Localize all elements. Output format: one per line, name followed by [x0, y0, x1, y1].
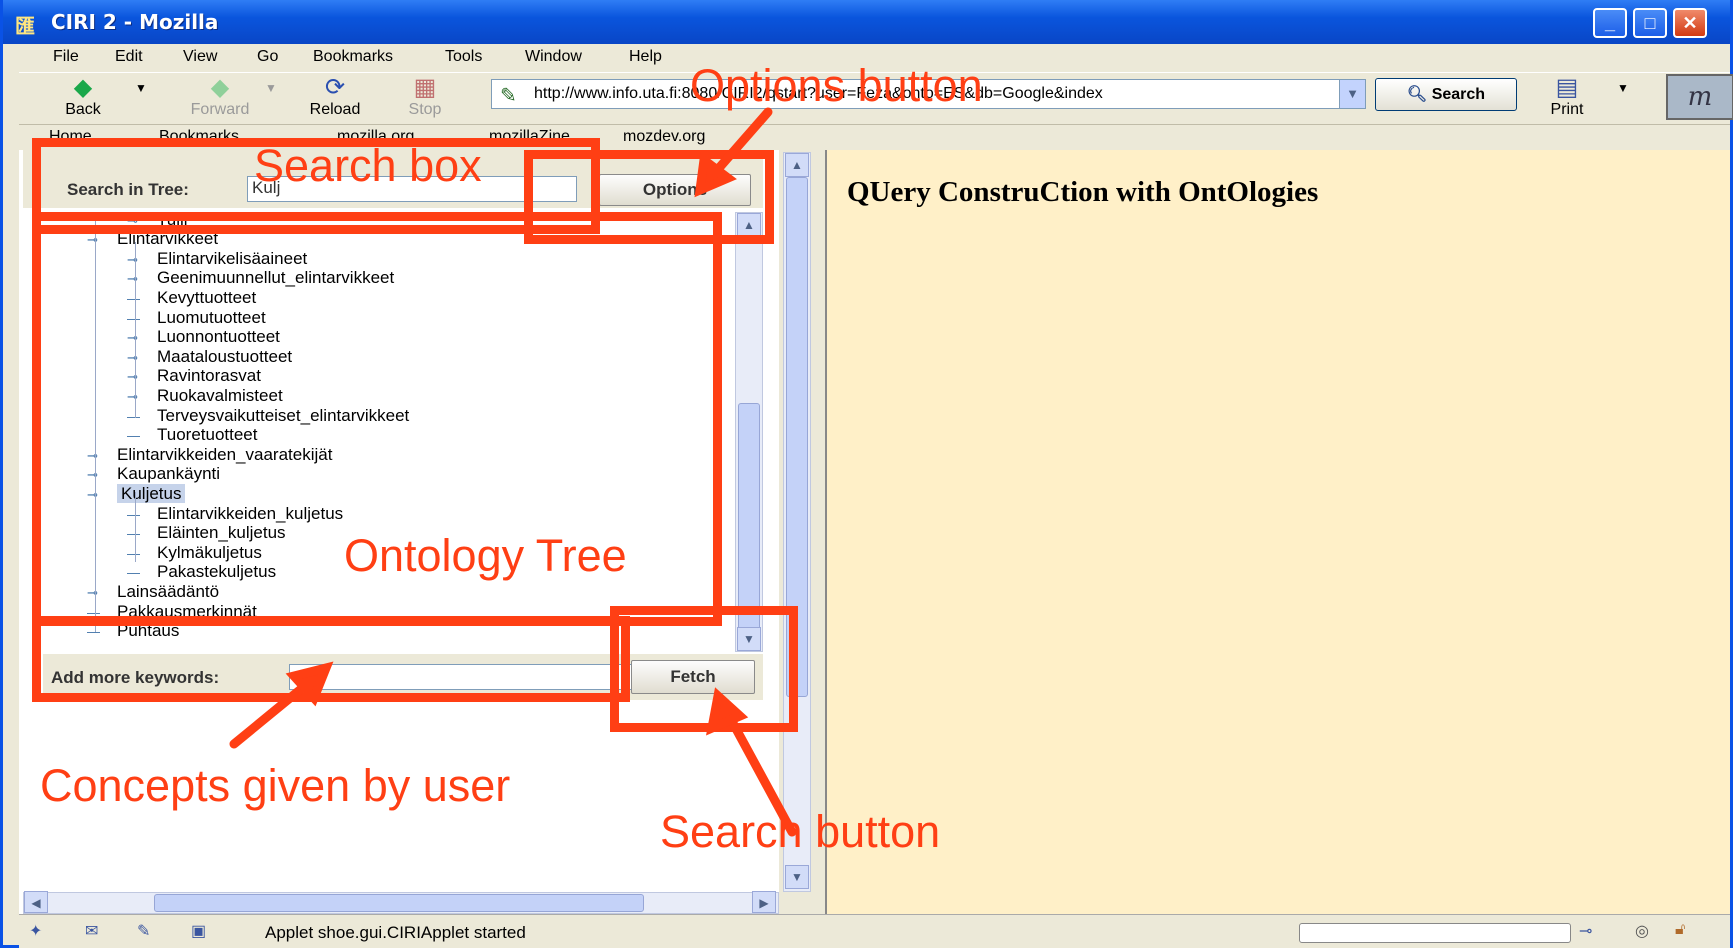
options-arrow [707, 107, 773, 181]
search-button-arrow [723, 709, 797, 837]
annotation-arrows [229, 107, 797, 837]
